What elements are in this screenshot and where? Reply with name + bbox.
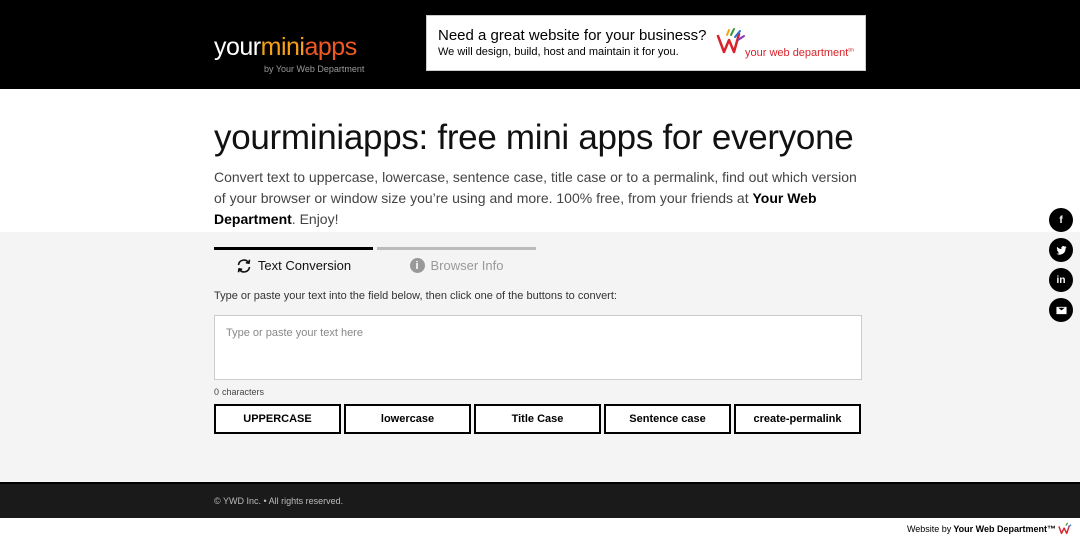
ywd-mini-logo-icon xyxy=(1058,522,1072,535)
character-count: 0 characters xyxy=(214,387,267,397)
title-case-button[interactable]: Title Case xyxy=(474,404,601,434)
logo-part-apps: apps xyxy=(304,33,357,61)
ywd-logo-icon xyxy=(716,28,745,54)
logo-part-your: your xyxy=(214,33,261,61)
tab-browser-info[interactable]: i Browser Info xyxy=(377,247,536,281)
ad-brand-name: your web department xyxy=(745,47,849,59)
ad-banner[interactable]: Need a great website for your business? … xyxy=(426,15,866,71)
converter-panel: Text Conversion i Browser Info Type or p… xyxy=(0,232,1080,482)
description-end: . Enjoy! xyxy=(291,211,339,227)
credit-brand: Your Web Department™ xyxy=(953,524,1056,534)
credit-prefix: Website by xyxy=(906,524,952,534)
tab-text-conversion[interactable]: Text Conversion xyxy=(214,247,373,281)
char-count-value: 0 xyxy=(214,387,220,397)
page-title: yourminiapps: free mini apps for everyon… xyxy=(214,118,854,157)
facebook-share-button[interactable]: f xyxy=(1049,208,1073,232)
twitter-share-button[interactable] xyxy=(1049,238,1073,262)
lowercase-button[interactable]: lowercase xyxy=(344,404,471,434)
create-permalink-button[interactable]: create-permalink xyxy=(734,404,861,434)
top-header: yourminiapps by Your Web Department Need… xyxy=(0,0,1080,89)
uppercase-button[interactable]: UPPERCASE xyxy=(214,404,341,434)
ad-subline: We will design, build, host and maintain… xyxy=(438,46,679,58)
refresh-icon xyxy=(237,258,251,273)
tab-label: Text Conversion xyxy=(257,258,352,273)
text-input[interactable] xyxy=(214,315,862,380)
tab-label: Browser Info xyxy=(430,258,504,273)
linkedin-share-button[interactable]: in xyxy=(1049,268,1073,292)
converter-instructions: Type or paste your text into the field b… xyxy=(214,290,617,302)
copyright-text: © YWD Inc. • All rights reserved. xyxy=(214,496,344,506)
site-credit[interactable]: Website by Your Web Department™ xyxy=(907,522,1072,536)
site-logo[interactable]: yourminiapps xyxy=(214,33,357,61)
facebook-icon: f xyxy=(1059,214,1063,226)
twitter-icon xyxy=(1055,245,1067,255)
email-share-button[interactable] xyxy=(1049,298,1073,322)
sentence-case-button[interactable]: Sentence case xyxy=(604,404,731,434)
char-count-label: characters xyxy=(222,387,265,397)
ad-headline: Need a great website for your business? xyxy=(438,27,707,44)
site-footer: © YWD Inc. • All rights reserved. xyxy=(0,482,1080,518)
email-icon xyxy=(1055,306,1067,314)
page-description: Convert text to uppercase, lowercase, se… xyxy=(214,167,864,230)
logo-subtitle: by Your Web Department xyxy=(264,64,365,74)
logo-part-mini: mini xyxy=(260,33,305,61)
ad-brand-mark: tm xyxy=(848,47,854,54)
linkedin-icon: in xyxy=(1056,274,1066,286)
info-icon: i xyxy=(409,258,425,273)
ad-brand: your web departmenttm xyxy=(745,47,854,59)
